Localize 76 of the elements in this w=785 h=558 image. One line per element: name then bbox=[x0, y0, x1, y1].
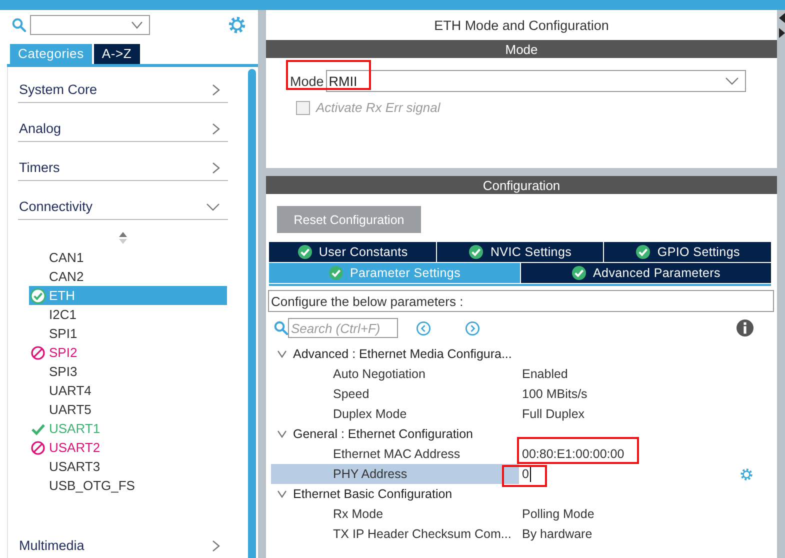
peripheral-item[interactable]: USB_OTG_FS bbox=[29, 476, 227, 495]
parameter-name[interactable]: Speed bbox=[271, 384, 519, 404]
peripheral-item[interactable]: CAN1 bbox=[29, 248, 227, 267]
section-header: Mode bbox=[266, 40, 777, 58]
chevron-right-icon[interactable] bbox=[212, 123, 220, 135]
expand-right-icon[interactable] bbox=[779, 28, 785, 38]
chevron-down-icon[interactable] bbox=[206, 203, 220, 211]
peripheral-item[interactable]: SPI2 bbox=[29, 343, 227, 362]
category-header[interactable]: System Core bbox=[18, 64, 228, 103]
parameter-value: 00:80:E1:00:00:00 bbox=[522, 447, 626, 461]
tab[interactable]: User Constants bbox=[269, 242, 437, 263]
tree-group[interactable]: Advanced : Ethernet Media Configura... bbox=[271, 344, 773, 364]
peripheral-item[interactable]: USART2 bbox=[29, 438, 227, 457]
chevron-down-icon[interactable] bbox=[277, 350, 287, 358]
parameter-value: By hardware bbox=[522, 527, 594, 541]
category-header[interactable]: Timers bbox=[18, 142, 228, 181]
search-icon[interactable] bbox=[12, 18, 26, 32]
peripheral-item[interactable]: CAN2 bbox=[29, 267, 227, 286]
chevron-down-icon[interactable] bbox=[131, 21, 143, 29]
parameter-name[interactable]: TX IP Header Checksum Com... bbox=[271, 524, 519, 544]
check-circle-icon bbox=[635, 244, 652, 260]
value-input[interactable]: 0 bbox=[522, 466, 531, 482]
search-icon[interactable] bbox=[274, 321, 288, 335]
category-header[interactable]: Multimedia bbox=[18, 520, 228, 558]
parameter-name[interactable]: Auto Negotiation bbox=[271, 364, 519, 384]
scrollbar[interactable] bbox=[248, 69, 256, 558]
panel-title: ETH Mode and Configuration bbox=[433, 16, 610, 35]
prohibited-icon bbox=[30, 344, 46, 360]
checkbox-label: Activate Rx Err signal bbox=[316, 100, 440, 115]
peripheral-item[interactable]: I2C1 bbox=[29, 305, 227, 324]
check-circle-icon bbox=[328, 265, 344, 281]
parameter-name[interactable]: Ethernet MAC Address bbox=[271, 444, 519, 464]
parameter-name[interactable]: Rx Mode bbox=[271, 504, 519, 524]
peripheral-item[interactable]: UART5 bbox=[29, 400, 227, 419]
chevron-down-icon[interactable] bbox=[277, 430, 287, 438]
tab[interactable]: Advanced Parameters bbox=[520, 263, 771, 284]
peripheral-item[interactable]: USART3 bbox=[29, 457, 227, 476]
parameter-value: 100 MBits/s bbox=[522, 387, 588, 401]
check-circle-icon bbox=[468, 244, 484, 260]
sort-arrows-icon[interactable] bbox=[118, 231, 128, 245]
tab[interactable]: GPIO Settings bbox=[604, 242, 772, 263]
peripheral-item[interactable]: SPI3 bbox=[29, 362, 227, 381]
description-text: Configure the below parameters : bbox=[268, 290, 774, 312]
prohibited-icon bbox=[30, 440, 46, 456]
tree-group[interactable]: Ethernet Basic Configuration bbox=[271, 484, 773, 504]
tab[interactable]: A->Z bbox=[94, 44, 140, 64]
category-header[interactable]: Analog bbox=[18, 103, 228, 142]
category-header[interactable]: Connectivity bbox=[18, 181, 228, 220]
settings-icon[interactable] bbox=[740, 468, 753, 480]
combo-box[interactable] bbox=[30, 15, 150, 35]
chevron-down-icon[interactable] bbox=[724, 77, 739, 85]
search-field[interactable]: Search (Ctrl+F) bbox=[288, 318, 398, 338]
tree-group[interactable]: General : Ethernet Configuration bbox=[271, 424, 773, 444]
settings-icon[interactable] bbox=[228, 16, 246, 34]
chevron-right-icon[interactable] bbox=[212, 162, 220, 174]
check-circle-icon bbox=[296, 244, 313, 260]
peripheral-item[interactable]: UART4 bbox=[29, 381, 227, 400]
chevron-down-icon[interactable] bbox=[277, 490, 287, 498]
parameter-value: Polling Mode bbox=[522, 507, 596, 521]
section-header: Configuration bbox=[266, 176, 777, 194]
chevron-right-icon[interactable] bbox=[212, 84, 220, 96]
tab[interactable]: NVIC Settings bbox=[436, 242, 604, 263]
check-circle-icon bbox=[571, 265, 587, 281]
mode-dropdown[interactable]: RMII bbox=[326, 70, 746, 92]
collapse-left-icon[interactable] bbox=[779, 13, 785, 23]
check-circle-icon bbox=[30, 288, 46, 304]
previous-icon[interactable] bbox=[416, 320, 431, 336]
parameter-value: Full Duplex bbox=[522, 407, 586, 421]
next-icon[interactable] bbox=[465, 320, 480, 336]
parameter-name[interactable]: PHY Address bbox=[271, 464, 519, 484]
info-icon[interactable] bbox=[736, 319, 754, 337]
parameter-name[interactable]: Duplex Mode bbox=[271, 404, 519, 424]
chevron-right-icon[interactable] bbox=[212, 540, 220, 552]
peripheral-item[interactable]: SPI1 bbox=[29, 324, 227, 343]
parameter-value: Enabled bbox=[522, 367, 569, 381]
field-label: Mode bbox=[290, 74, 324, 88]
